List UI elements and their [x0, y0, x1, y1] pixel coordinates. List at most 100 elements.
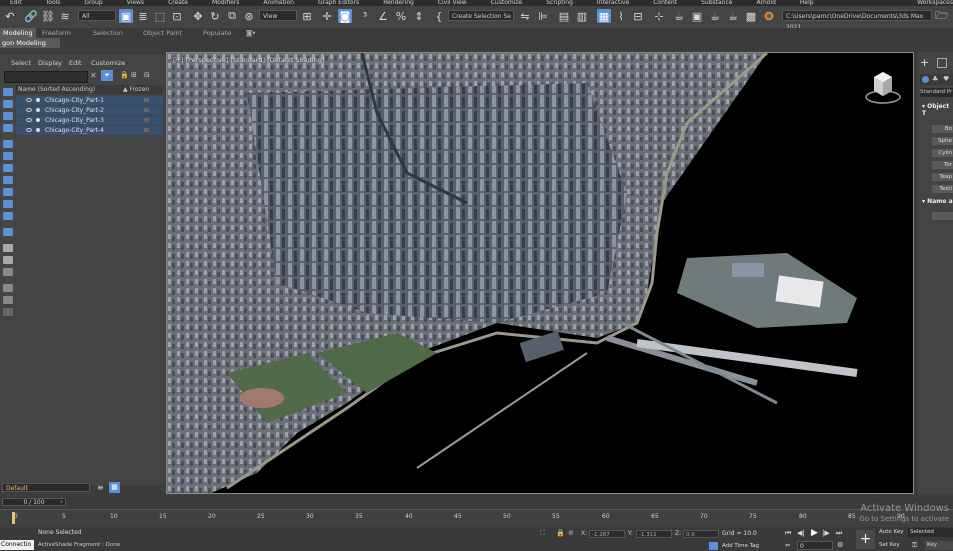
- rotate-icon[interactable]: ↻: [208, 9, 222, 23]
- explorer-search-input[interactable]: [4, 71, 88, 83]
- sphere-button[interactable]: Sphe: [932, 137, 953, 145]
- angle-snap-icon[interactable]: ∠: [376, 9, 390, 23]
- go-to-start-icon[interactable]: ⏮: [785, 529, 791, 538]
- filter-icon[interactable]: ⏷: [101, 70, 113, 81]
- current-frame-field[interactable]: 0: [797, 541, 833, 550]
- list-item[interactable]: Chicago-City_Part-3: [16, 116, 163, 125]
- display-hidden-icon[interactable]: [3, 228, 13, 236]
- object-type-rollout[interactable]: ▾ Object T: [922, 103, 953, 117]
- hierarchy-icon[interactable]: ⊞: [131, 71, 137, 79]
- z-coordinate-field[interactable]: 0.0: [683, 530, 719, 538]
- visibility-eye-icon[interactable]: [26, 118, 32, 122]
- move-icon[interactable]: ✥: [191, 9, 205, 23]
- maxscript-listener-input[interactable]: Connectio: [0, 540, 34, 550]
- visibility-eye-icon[interactable]: [26, 128, 32, 132]
- edit-named-selection-icon[interactable]: {: [432, 9, 446, 23]
- freeze-icon[interactable]: [144, 118, 149, 122]
- invert-display-icon[interactable]: [3, 268, 13, 276]
- project-folder-icon[interactable]: 🗁: [935, 9, 949, 23]
- explorer-menu-edit[interactable]: Edit: [69, 59, 82, 67]
- box-button[interactable]: Bo: [932, 125, 953, 133]
- select-manipulate-icon[interactable]: ✛: [320, 9, 334, 23]
- next-frame-icon[interactable]: ›: [60, 498, 63, 506]
- tab-selection[interactable]: Selection: [93, 28, 123, 38]
- visibility-eye-icon[interactable]: [26, 98, 32, 102]
- create-tab-icon[interactable]: +: [920, 56, 929, 69]
- track-bar[interactable]: [0, 509, 953, 527]
- reference-coordinate-dropdown[interactable]: View: [259, 10, 297, 21]
- list-item[interactable]: Chicago-City_Part-2: [16, 106, 163, 115]
- set-key-button[interactable]: Set Key: [879, 542, 900, 548]
- activeshade-icon[interactable]: ▩: [744, 9, 758, 23]
- time-tag-icon[interactable]: [709, 542, 718, 550]
- shapes-icon[interactable]: ♣: [932, 75, 938, 83]
- textplus-button[interactable]: Textl: [932, 185, 953, 193]
- display-space-warps-icon[interactable]: [3, 152, 13, 160]
- project-path-dropdown[interactable]: C:\Users\pamc\OneDrive\Documents\3ds Max…: [782, 10, 932, 31]
- selection-lock-icon[interactable]: 🔒: [556, 529, 565, 537]
- key-filters-button[interactable]: Key Filters...: [925, 541, 953, 550]
- layer-dropdown[interactable]: Default: [2, 483, 90, 492]
- key-mode-toggle-icon[interactable]: ⚿: [912, 541, 920, 549]
- list-item[interactable]: Chicago-City_Part-1: [16, 96, 163, 105]
- time-config-icon[interactable]: ⇔: [785, 542, 790, 549]
- unlink-icon[interactable]: ⛓: [41, 9, 55, 23]
- render-production-icon[interactable]: ☕: [708, 9, 722, 23]
- set-key-big-icon[interactable]: +: [856, 530, 875, 549]
- ribbon-options-icon[interactable]: ◙▾: [246, 28, 256, 38]
- layer-explorer-icon[interactable]: ▤: [557, 9, 571, 23]
- snaps-toggle-icon[interactable]: ³: [358, 9, 372, 23]
- keyboard-shortcut-override-icon[interactable]: ◙: [338, 9, 352, 23]
- tab-populate[interactable]: Populate: [203, 28, 231, 38]
- display-lights-icon[interactable]: [3, 112, 13, 120]
- select-by-name-icon[interactable]: ≣: [136, 9, 150, 23]
- freeze-icon[interactable]: [144, 98, 149, 102]
- lights-icon[interactable]: ♥: [943, 75, 949, 83]
- perspective-viewport[interactable]: [+] [Perspective] [Standard] [Default Sh…: [166, 52, 914, 494]
- next-frame-button-icon[interactable]: |▶: [822, 529, 830, 537]
- rendered-frame-window-icon[interactable]: ▣: [690, 9, 704, 23]
- list-item[interactable]: Chicago-City_Part-4: [16, 126, 163, 135]
- display-all-icon[interactable]: [3, 244, 13, 252]
- curve-editor-icon[interactable]: ⌇: [614, 9, 628, 23]
- link-icon[interactable]: 🔗: [24, 9, 38, 23]
- visibility-eye-icon[interactable]: [26, 108, 32, 112]
- bind-space-warp-icon[interactable]: ≋: [58, 9, 72, 23]
- x-coordinate-field[interactable]: -1.287: [589, 530, 625, 538]
- play-icon[interactable]: ▶: [811, 528, 818, 538]
- ribbon-sub-label[interactable]: gon Modeling: [0, 38, 60, 48]
- previous-frame-icon[interactable]: ◀|: [797, 529, 805, 537]
- display-helpers-icon[interactable]: [3, 140, 13, 148]
- teapot-button[interactable]: Teap: [932, 173, 953, 181]
- explorer-menu-display[interactable]: Display: [38, 59, 62, 67]
- filter-funnel-icon[interactable]: [3, 296, 13, 304]
- dock-icon[interactable]: [3, 308, 13, 316]
- rectangular-selection-icon[interactable]: ⬚: [153, 9, 167, 23]
- layer-stack-icon[interactable]: ≡: [97, 483, 104, 492]
- align-icon[interactable]: ⊫: [536, 9, 550, 23]
- pivot-center-icon[interactable]: ⊞: [300, 9, 314, 23]
- column-frozen-header[interactable]: ▲ Frozen: [123, 85, 149, 94]
- mirror-icon[interactable]: ⇋: [518, 9, 532, 23]
- sync-selection-icon[interactable]: [3, 284, 13, 292]
- modify-tab-icon[interactable]: [937, 58, 947, 68]
- display-shapes-icon[interactable]: [3, 100, 13, 108]
- tab-object-paint[interactable]: Object Paint: [143, 28, 182, 38]
- layer-toggle-icon[interactable]: ▦: [109, 482, 120, 493]
- percent-snap-icon[interactable]: %: [394, 9, 408, 23]
- auto-key-button[interactable]: Auto Key: [879, 529, 904, 535]
- display-frozen-icon[interactable]: [3, 212, 13, 220]
- explorer-menu-customize[interactable]: Customize: [91, 59, 125, 67]
- blender-logo-icon[interactable]: [762, 9, 776, 23]
- cylinder-button[interactable]: Cylin: [932, 149, 953, 157]
- name-color-rollout[interactable]: ▾ Name a: [922, 198, 953, 205]
- key-mode-icon[interactable]: ⚙: [837, 541, 843, 549]
- absolute-mode-icon[interactable]: ⊕: [568, 529, 574, 537]
- display-bones-icon[interactable]: [3, 188, 13, 196]
- window-crossing-icon[interactable]: ⊡: [170, 9, 184, 23]
- named-selection-set-dropdown[interactable]: Create Selection Se: [448, 10, 514, 21]
- tab-modeling[interactable]: Modeling: [0, 28, 36, 38]
- display-geometry-icon[interactable]: [3, 88, 13, 96]
- viewcube-icon[interactable]: [863, 69, 903, 107]
- display-containers-icon[interactable]: [3, 200, 13, 208]
